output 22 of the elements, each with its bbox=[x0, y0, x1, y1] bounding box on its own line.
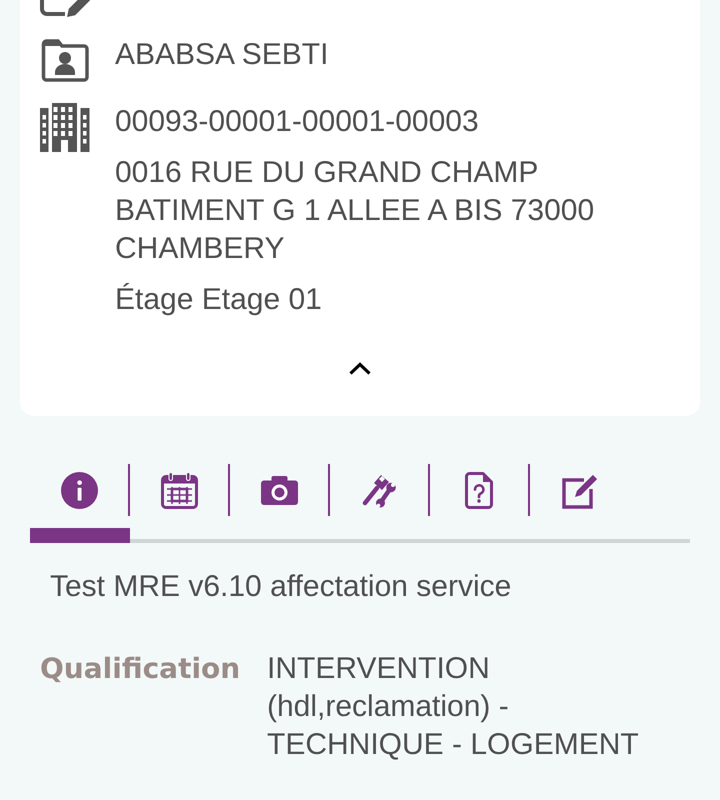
chevron-up-icon bbox=[349, 362, 371, 375]
field-label: Qualification bbox=[40, 652, 240, 685]
floor-text: Étage Etage 01 bbox=[115, 282, 323, 318]
info-icon bbox=[60, 472, 98, 508]
brush-wrench-icon bbox=[362, 472, 396, 508]
info-tab[interactable] bbox=[30, 464, 130, 543]
calendar-tab[interactable] bbox=[130, 464, 230, 543]
calendar-icon bbox=[160, 472, 198, 508]
edit-icon bbox=[40, 0, 90, 17]
document-tab[interactable] bbox=[430, 464, 530, 543]
field-value: INTERVENTION (hdl,reclamation) - TECHNIQUE - LOGEMENT bbox=[267, 651, 640, 763]
building-icon bbox=[40, 103, 90, 152]
description-text: Test MRE v6.10 affectation service bbox=[49, 569, 512, 605]
folder-person-icon bbox=[40, 38, 90, 82]
property-code: 00093-00001-00001-00003 bbox=[115, 104, 480, 140]
camera-icon bbox=[260, 476, 298, 504]
address-text: 0016 RUE DU GRAND CHAMP BATIMENT G 1 ALLEE A BIS 73000 CHAMBERY bbox=[115, 155, 596, 267]
camera-tab[interactable] bbox=[230, 464, 330, 543]
contact-name: ABABSA SEBTI bbox=[115, 37, 330, 73]
tools-tab[interactable] bbox=[330, 464, 430, 543]
collapse-button[interactable] bbox=[349, 362, 371, 375]
file-question-icon bbox=[465, 472, 493, 508]
